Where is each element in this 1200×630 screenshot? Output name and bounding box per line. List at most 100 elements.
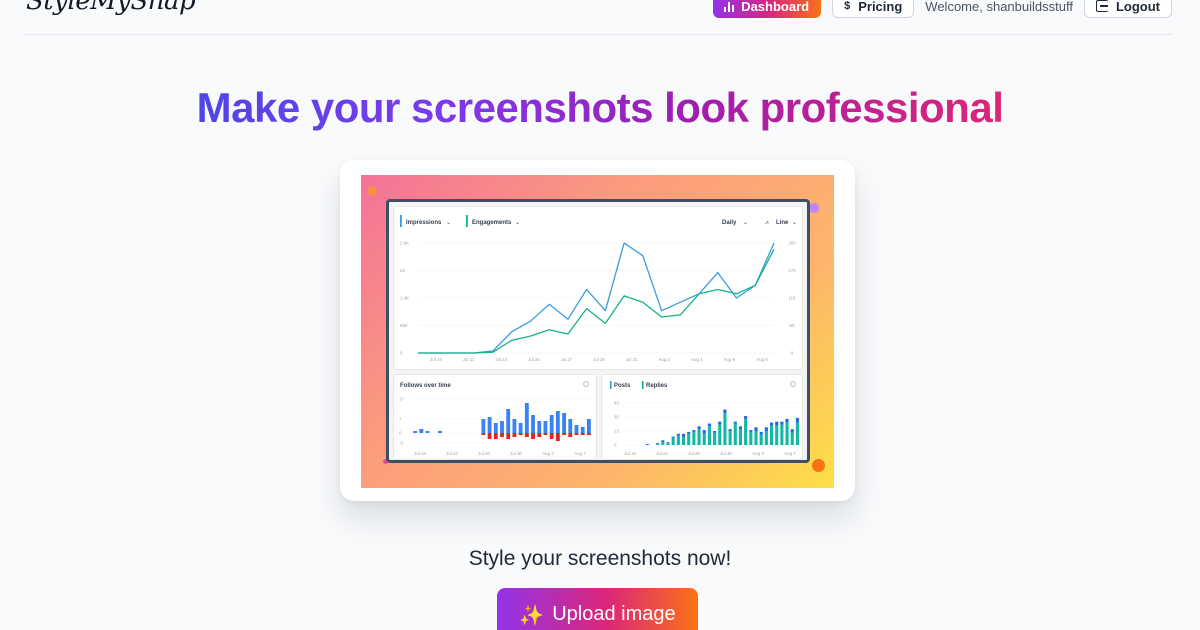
replies-bar — [754, 431, 758, 445]
info-icon — [790, 381, 796, 387]
replies-bar — [769, 425, 774, 445]
line-chart: Impressions ⌄ Engagements ⌄ Daily ⌄ ⩘ Li… — [400, 215, 797, 362]
posts-bar — [697, 426, 701, 430]
period-select[interactable]: Daily — [722, 220, 737, 226]
follow-loss-bar — [580, 433, 585, 435]
follow-loss-bar — [586, 433, 591, 435]
posts-bar — [790, 429, 794, 433]
chevron-down-icon: ⌄ — [446, 220, 451, 226]
follow-gain-bar — [487, 417, 492, 433]
y-tick: 45 — [614, 401, 619, 406]
replies-swatch — [642, 381, 644, 389]
dashboard-label: Dashboard — [741, 0, 810, 14]
follow-gain-bar — [425, 431, 430, 433]
y-tick: 15 — [614, 429, 619, 434]
posts-bar — [749, 430, 753, 432]
x-tick: Jul 29 — [593, 357, 605, 362]
chevron-down-icon: ⌄ — [792, 220, 797, 226]
x-tick: Jul 27 — [561, 357, 573, 362]
posts-bar — [780, 421, 784, 425]
upload-label: Upload image — [552, 603, 676, 625]
decorative-dot — [812, 459, 825, 472]
posts-bar — [775, 421, 779, 426]
x-tick: Jul 30 — [720, 451, 732, 456]
follow-gain-bar — [438, 431, 442, 433]
info-icon — [583, 381, 589, 387]
pricing-label: Pricing — [858, 0, 903, 14]
posts-bar — [676, 433, 680, 436]
posts-bar — [723, 409, 727, 414]
replies-bar — [671, 437, 675, 445]
replies-bar — [790, 432, 794, 445]
dollar-icon: $ — [844, 0, 851, 12]
posts-bar — [671, 436, 675, 438]
replies-bar — [713, 432, 717, 445]
posts-bar — [754, 427, 758, 431]
replies-bar — [692, 431, 696, 445]
follow-loss-bar — [487, 433, 492, 439]
x-tick: Aug 4 — [691, 357, 703, 362]
x-tick: Jul 23 — [495, 357, 507, 362]
bar-chart-icon — [724, 1, 735, 12]
dashboard-button[interactable]: Dashboard — [713, 0, 822, 18]
x-tick: Aug 7 — [574, 451, 586, 456]
follow-gain-bar — [524, 403, 529, 433]
follow-loss-bar — [506, 433, 511, 439]
follow-gain-bar — [506, 409, 511, 433]
replies-label: Replies — [646, 383, 668, 389]
x-tick: Jul 22 — [656, 451, 668, 456]
x-tick: Aug 8 — [756, 357, 768, 362]
replies-bar — [666, 443, 670, 445]
main-chart-panel: Impressions ⌄ Engagements ⌄ Daily ⌄ ⩘ Li… — [393, 206, 803, 370]
replies-bar — [723, 413, 727, 445]
y-tick-left: 2.6K — [400, 241, 409, 246]
follow-gain-bar — [555, 411, 560, 433]
posts-bar — [759, 431, 763, 435]
posts-bar — [692, 430, 696, 432]
y-tick-right: 110 — [789, 296, 797, 301]
y-tick: 30 — [614, 415, 619, 420]
x-tick: Jul 19 — [430, 357, 442, 362]
upload-image-button[interactable]: ✨ Upload image — [497, 588, 698, 630]
x-tick: Jul 21 — [463, 357, 475, 362]
logout-label: Logout — [1115, 0, 1160, 14]
replies-bar — [738, 429, 743, 445]
replies-bar — [681, 436, 686, 445]
x-tick: Aug 3 — [542, 451, 554, 456]
y-tick-left: 2K — [400, 268, 405, 273]
posts-bar — [744, 416, 748, 419]
replies-bar — [728, 431, 732, 445]
y-tick-right: 170 — [788, 268, 796, 273]
follow-gain-bar — [568, 419, 573, 433]
welcome-text: Welcome, shanbuildsstuff — [925, 0, 1073, 14]
engagements-swatch — [466, 215, 468, 227]
decorative-dot — [367, 186, 377, 196]
posts-bar — [718, 421, 722, 425]
posts-bar — [733, 421, 737, 424]
follows-bar-chart: Follows over time 17 7 0 -5 Jul 19 Jul 22 Jul … — [399, 381, 592, 456]
replies-bar — [687, 433, 691, 445]
y-tick-left: 650 — [400, 323, 408, 328]
follow-gain-bar — [586, 419, 591, 433]
follow-gain-bar — [549, 415, 554, 433]
pricing-button[interactable]: $ Pricing — [832, 0, 915, 18]
logo[interactable]: StyleMySnap — [26, 0, 196, 16]
x-tick: Jul 25 — [528, 357, 540, 362]
follow-gain-bar — [512, 419, 517, 433]
x-tick: Aug 2 — [658, 357, 670, 362]
posts-bar — [785, 418, 789, 423]
follow-loss-bar — [562, 433, 566, 435]
y-tick: 7 — [399, 417, 402, 422]
x-tick: Aug 6 — [724, 357, 736, 362]
posts-bar — [707, 423, 711, 427]
follow-gain-bar — [543, 421, 548, 433]
engagements-label: Engagements — [472, 220, 512, 226]
posts-swatch — [610, 381, 612, 389]
logout-button[interactable]: Logout — [1083, 0, 1172, 18]
chart-type-select[interactable]: Line — [776, 220, 789, 226]
posts-bar — [795, 417, 799, 423]
preview-card: Impressions ⌄ Engagements ⌄ Daily ⌄ ⩘ Li… — [340, 160, 855, 501]
chevron-down-icon: ⌄ — [743, 220, 748, 226]
follow-gain-bar — [574, 425, 579, 433]
posts-bar — [666, 442, 670, 444]
